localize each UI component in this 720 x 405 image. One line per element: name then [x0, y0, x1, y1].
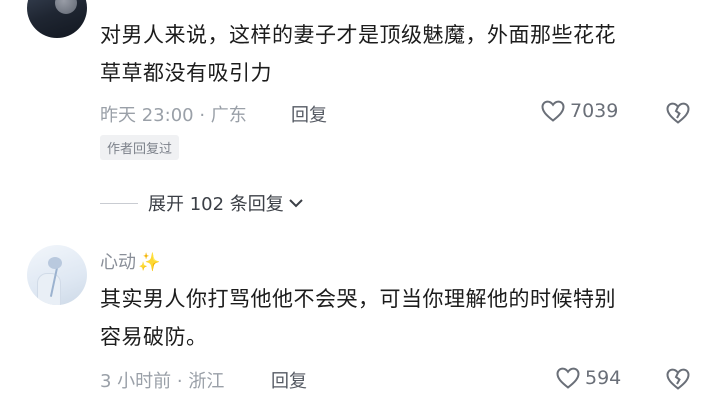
- broken-heart-icon: [666, 368, 690, 390]
- comment-text-line: 对男人来说，这样的妻子才是顶级魅魔，外面那些花花: [100, 23, 616, 47]
- sparkle-icon: ✨: [138, 252, 161, 273]
- avatar-figure: [37, 273, 61, 305]
- comment-text-line: 草草都没有吸引力: [100, 61, 272, 85]
- comment-text-line: 其实男人你打骂他他不会哭，可当你理解他的时候特别: [100, 287, 616, 311]
- comment-text: 其实男人你打骂他他不会哭，可当你理解他的时候特别 容易破防。: [100, 280, 700, 356]
- comment-username[interactable]: 心动 ✨: [100, 248, 160, 274]
- expand-replies[interactable]: 展开 102 条回复: [100, 190, 304, 216]
- username-text: 心动: [100, 252, 136, 273]
- heart-outline-icon: [556, 367, 580, 389]
- comment-meta: 3 小时前 · 浙江: [100, 371, 225, 392]
- expand-replies-label: 展开 102 条回复: [148, 194, 284, 215]
- like-count: 7039: [570, 100, 619, 122]
- dislike-button[interactable]: [665, 367, 691, 395]
- flower-bloom: [48, 257, 62, 269]
- dislike-button[interactable]: [665, 101, 691, 129]
- heart-outline-icon: [541, 100, 565, 122]
- chevron-down-icon: [289, 199, 303, 208]
- like-button[interactable]: 594: [555, 366, 621, 390]
- reply-button[interactable]: 回复: [291, 101, 327, 127]
- comment-meta: 昨天 23:00 · 广东: [100, 105, 247, 126]
- like-button[interactable]: 7039: [540, 99, 618, 123]
- avatar[interactable]: [27, 245, 87, 305]
- moon-shape: [55, 0, 77, 14]
- comment-text: 对男人来说，这样的妻子才是顶级魅魔，外面那些花花 草草都没有吸引力: [100, 16, 700, 92]
- broken-heart-icon: [666, 102, 690, 124]
- author-replied-badge: 作者回复过: [100, 135, 180, 160]
- reply-button[interactable]: 回复: [271, 367, 307, 393]
- comment-text-line: 容易破防。: [100, 325, 208, 349]
- divider: [100, 202, 138, 204]
- avatar[interactable]: [27, 0, 87, 38]
- like-count: 594: [585, 367, 622, 389]
